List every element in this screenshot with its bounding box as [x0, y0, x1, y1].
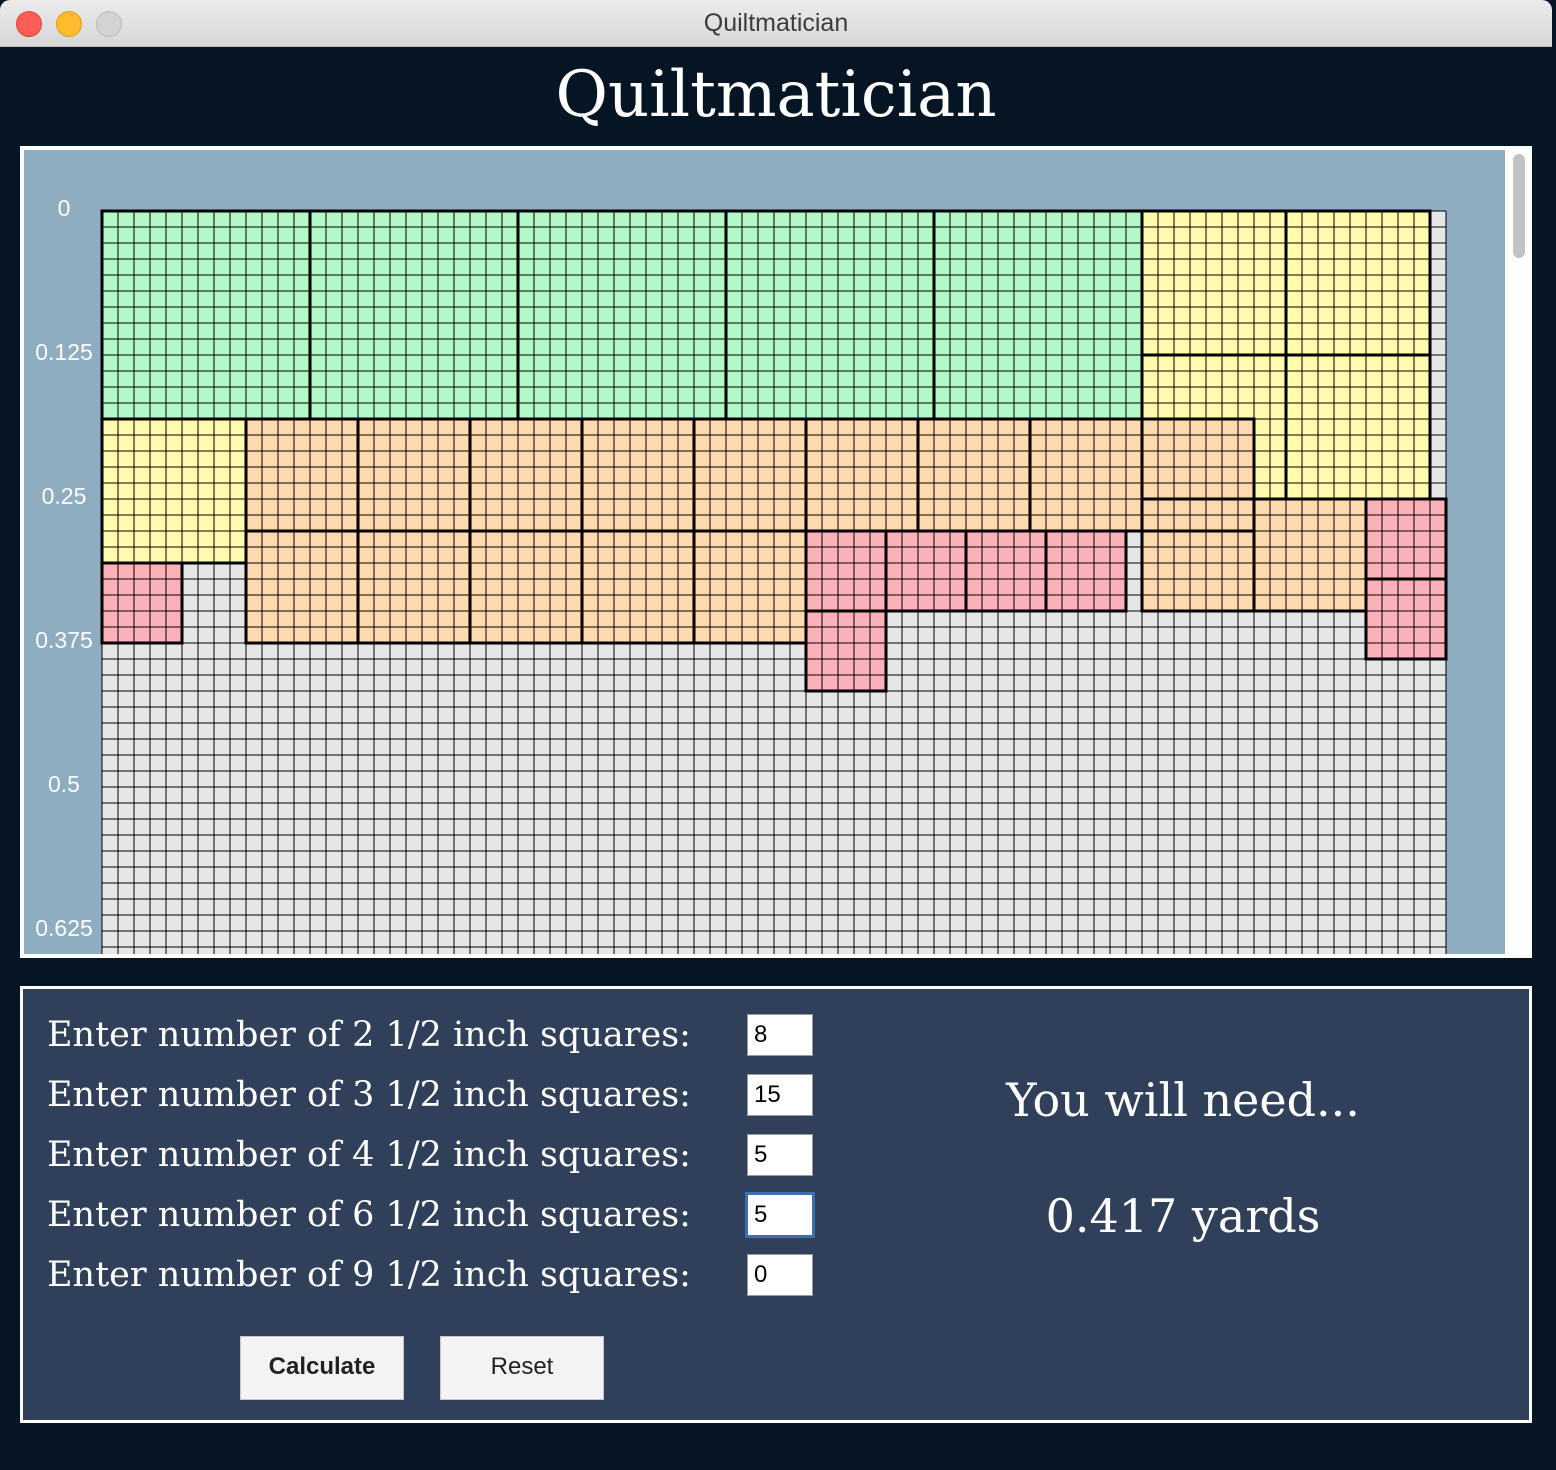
quilt-piece: [806, 419, 918, 531]
squares-2-5-input[interactable]: [747, 1014, 813, 1056]
quilt-piece: [966, 531, 1046, 611]
quilt-piece: [1142, 499, 1254, 611]
squares-3-5-input[interactable]: [747, 1074, 813, 1116]
quilt-piece: [518, 211, 726, 419]
quilt-piece: [886, 531, 966, 611]
quilt-piece: [582, 419, 694, 531]
quilt-piece: [694, 419, 806, 531]
quilt-piece: [358, 531, 470, 643]
calculate-button[interactable]: Calculate: [240, 1336, 404, 1400]
quilt-piece: [1254, 499, 1366, 611]
app-heading: Quiltmatician: [555, 58, 997, 132]
input-panel: Enter number of 2 1/2 inch squares: Ente…: [20, 986, 1532, 1423]
quilt-piece: [1366, 499, 1446, 579]
quilt-piece: [102, 211, 310, 419]
window-title: Quiltmatician: [703, 9, 849, 37]
reset-button[interactable]: Reset: [440, 1336, 604, 1400]
y-axis-label: 0: [58, 195, 71, 221]
quilt-piece: [694, 531, 806, 643]
canvas-scrollbar[interactable]: [1509, 150, 1528, 954]
quilt-piece: [358, 419, 470, 531]
quilt-piece: [1366, 579, 1446, 659]
app-window: Quiltmatician Quiltmatician 0 0.125 0.25…: [0, 0, 1556, 1470]
quilt-piece: [1142, 211, 1286, 355]
quilt-piece: [246, 531, 358, 643]
quilt-piece: [1046, 531, 1126, 611]
y-axis-label: 0.125: [35, 339, 93, 365]
quilt-piece: [918, 419, 1030, 531]
quilt-piece: [1030, 419, 1142, 531]
squares-6-5-input[interactable]: [745, 1192, 815, 1238]
squares-6-5-label: Enter number of 6 1/2 inch squares:: [47, 1195, 691, 1235]
quilt-piece: [582, 531, 694, 643]
result-prompt: You will need...: [1006, 1073, 1360, 1127]
y-axis-label: 0.625: [35, 915, 93, 941]
y-axis-label: 0.5: [48, 771, 80, 797]
result-yards: 0.417 yards: [1045, 1189, 1321, 1243]
quilt-piece: [806, 531, 886, 611]
squares-4-5-input[interactable]: [747, 1134, 813, 1176]
y-axis-labels: 0 0.125 0.25 0.375 0.5 0.625: [35, 195, 93, 941]
quilt-layout-drawing: 0 0.125 0.25 0.375 0.5 0.625: [35, 195, 1448, 954]
quilt-piece: [726, 211, 934, 419]
squares-3-5-label: Enter number of 3 1/2 inch squares:: [47, 1075, 691, 1115]
squares-4-5-label: Enter number of 4 1/2 inch squares:: [47, 1135, 691, 1175]
quilt-canvas-frame: 0 0.125 0.25 0.375 0.5 0.625: [20, 146, 1532, 958]
quilt-piece: [470, 419, 582, 531]
quilt-piece: [1286, 355, 1430, 499]
quilt-piece: [102, 563, 182, 643]
quilt-piece: [102, 419, 246, 563]
quilt-piece: [806, 611, 886, 691]
quilt-layout-canvas[interactable]: 0 0.125 0.25 0.375 0.5 0.625: [24, 150, 1505, 954]
canvas-scroll-thumb[interactable]: [1513, 154, 1525, 258]
quilt-piece: [246, 419, 358, 531]
quilt-piece: [1286, 211, 1430, 355]
y-axis-label: 0.25: [42, 483, 87, 509]
quilt-piece: [310, 211, 518, 419]
title-bar: Quiltmatician: [0, 0, 1552, 47]
squares-9-5-input[interactable]: [747, 1254, 813, 1296]
squares-2-5-label: Enter number of 2 1/2 inch squares:: [47, 1015, 691, 1055]
squares-9-5-label: Enter number of 9 1/2 inch squares:: [47, 1255, 691, 1295]
window-bottom-edge: [0, 1450, 1556, 1470]
y-axis-label: 0.375: [35, 627, 93, 653]
quilt-piece: [934, 211, 1142, 419]
quilt-piece: [470, 531, 582, 643]
